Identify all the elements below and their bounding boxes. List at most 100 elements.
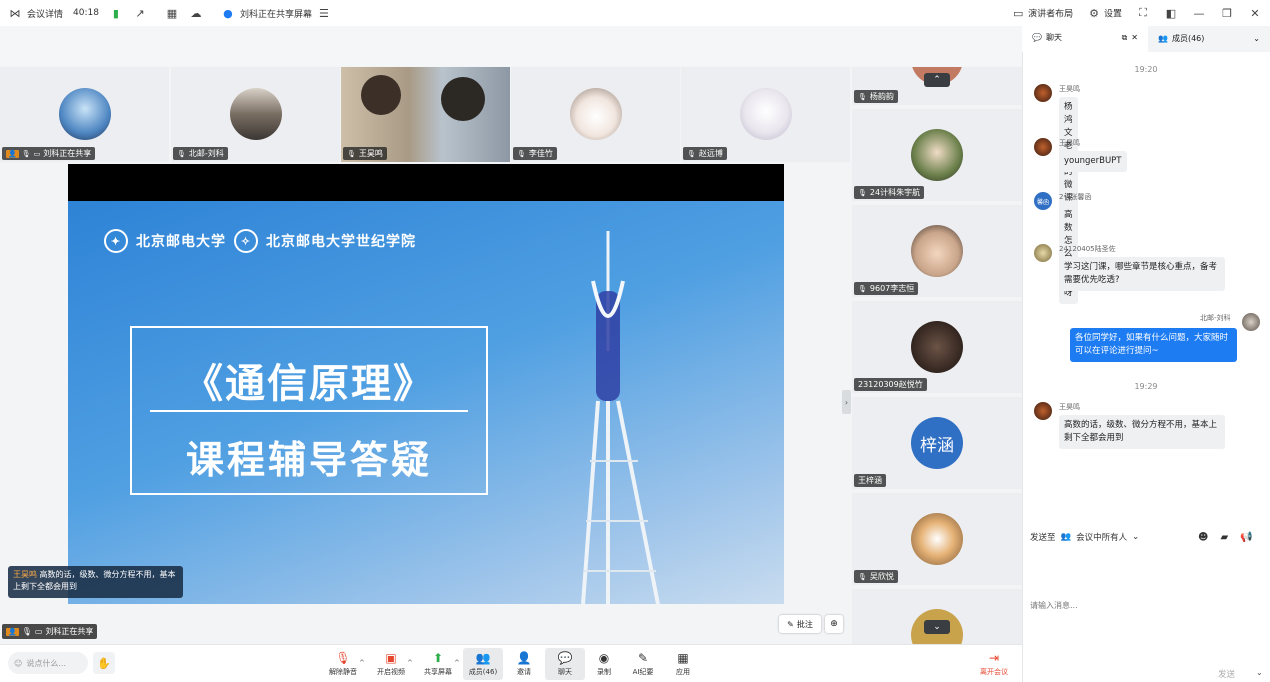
scroll-up-button[interactable]: ⌃ (924, 73, 950, 87)
message-bubble-mine[interactable]: 各位同学好，如果有什么问题，大家随时可以在评论进行提问~ (1070, 328, 1237, 362)
slide-title: 《通信原理》 (183, 361, 435, 407)
participant-tile[interactable] (852, 589, 1022, 644)
host-icon: 👤 (6, 149, 19, 158)
chat-button[interactable]: 💬 聊天 (545, 648, 585, 680)
globe-icon: ● (223, 6, 233, 20)
video-tile[interactable]: 🎙 李佳竹 (511, 67, 680, 162)
share-screen-icon: ⬆ (432, 650, 444, 665)
message-sender: 北邮-刘科 (1200, 314, 1231, 322)
raise-hand-button[interactable]: ✋ (93, 652, 115, 674)
chat-icon: 💬 (557, 650, 573, 665)
participant-tag: 🎙 24计科朱宇航 (854, 186, 925, 199)
participant-tile[interactable]: 🎙 24计科朱宇航 (852, 109, 1022, 203)
start-video-button[interactable]: ▣ 开启视频 (371, 648, 411, 680)
college-name: 北京邮电大学世纪学院 (266, 234, 416, 250)
ai-summary-button[interactable]: ✎ AI纪要 (623, 648, 663, 680)
close-icon[interactable]: ✕ (1248, 6, 1262, 20)
meeting-timer: 40:18 (73, 8, 99, 18)
video-tile[interactable]: 🎙 王昊鸣 (341, 67, 510, 162)
meeting-details-button[interactable]: ⋈ 会议详情 (8, 6, 64, 20)
chevron-up-icon[interactable]: ^ (359, 659, 365, 667)
collapse-sidebar-button[interactable]: › (842, 390, 851, 414)
screenshot-icon[interactable]: ▦ (165, 6, 179, 20)
chat-icon: 💬 (1032, 33, 1042, 42)
gear-icon: ⚙ (1089, 6, 1100, 20)
avatar (911, 513, 963, 565)
record-button[interactable]: ◉ 录制 (584, 648, 624, 680)
message-bubble[interactable]: 学习这门课，哪些章节是核心重点，备考需要优先吃透? (1059, 257, 1225, 291)
participant-tile[interactable]: 🎙 9607李志恒 (852, 205, 1022, 299)
screen-icon: ▭ (34, 627, 43, 636)
minimize-icon[interactable]: — (1192, 6, 1206, 20)
caption-text: 高数的话，级数、微分方程不用，基本上剩下全都会用到 (13, 570, 176, 591)
participant-tile[interactable]: 🎙 吴欣悦 (852, 493, 1022, 587)
avatar (1034, 138, 1052, 156)
message-sender: 王昊鸣 (1059, 139, 1080, 147)
leave-label: 离开会议 (980, 668, 1008, 676)
video-off-icon: ▣ (385, 650, 397, 665)
chat-input[interactable] (1030, 555, 1262, 655)
host-icon: 👤 (6, 627, 19, 636)
avatar (911, 129, 963, 181)
invite-label: 邀请 (517, 667, 531, 676)
video-tile[interactable]: 🎙 赵远博 (681, 67, 850, 162)
participant-tile[interactable]: 梓涵 王梓涵 (852, 397, 1022, 491)
chevron-up-icon[interactable]: ^ (407, 659, 413, 667)
sidebar-toggle-icon[interactable]: ◧ (1164, 6, 1178, 20)
mic-muted-icon: 🎙 (858, 572, 867, 581)
popout-icon[interactable]: ⧉ (1122, 33, 1128, 43)
maximize-icon[interactable]: ❐ (1220, 6, 1234, 20)
mic-muted-icon: 🎙 (858, 92, 867, 101)
fullscreen-icon[interactable]: ⛶ (1136, 6, 1150, 20)
invite-button[interactable]: 👤 邀请 (504, 648, 544, 680)
say-something-input[interactable]: ☺ 说点什么... (8, 652, 88, 674)
message-sender: 王昊鸣 (1059, 85, 1080, 93)
message-bubble[interactable]: youngerBUPT (1059, 151, 1127, 172)
scroll-down-button[interactable]: ⌄ (924, 620, 950, 634)
send-to-selector[interactable]: 发送至 👥 会议中所有人 ⌄ (1030, 531, 1139, 543)
avatar: 梓涵 (911, 417, 963, 469)
zoom-button[interactable]: ⊕ (825, 615, 843, 633)
chat-timestamp: 19:20 (1134, 65, 1158, 74)
share-screen-button[interactable]: ⬆ 共享屏幕 (418, 648, 458, 680)
university-logos: ✦ 北京邮电大学 ✧ 北京邮电大学世纪学院 (104, 229, 416, 253)
external-window-icon[interactable]: ↗ (133, 6, 147, 20)
unmute-label: 解除静音 (329, 667, 357, 676)
send-button[interactable]: 发送 (1218, 668, 1235, 680)
tab-chat[interactable]: 💬 聊天 ⧉ ✕ (1022, 25, 1148, 52)
avatar (911, 321, 963, 373)
participant-name: 9607李志恒 (869, 284, 915, 293)
participant-name: 赵远博 (698, 149, 723, 158)
chat-header: 💬 聊天 ⧉ ✕ 👥 成员(46) ⌄ (1022, 25, 1270, 52)
chevron-down-icon[interactable]: ⌄ (1253, 34, 1260, 43)
apps-button[interactable]: ▦ 应用 (663, 648, 703, 680)
video-tile[interactable]: 🎙 北邮-刘科 (171, 67, 340, 162)
tab-members-label: 成员(46) (1171, 34, 1205, 43)
participant-tile[interactable]: 23120309赵悦竹 (852, 301, 1022, 395)
layout-button[interactable]: ▭ 演讲者布局 (1011, 6, 1073, 20)
close-icon[interactable]: ✕ (1131, 33, 1138, 42)
emoji-icon[interactable]: ☻ (1198, 532, 1208, 543)
folder-icon[interactable]: ▰ (1220, 532, 1228, 543)
annotate-button[interactable]: ✎ 批注 (779, 615, 821, 633)
send-options-icon[interactable]: ⌄ (1256, 668, 1263, 677)
chevron-up-icon[interactable]: ^ (454, 659, 460, 667)
leave-meeting-button[interactable]: ⇥ 离开会议 (974, 648, 1014, 680)
message-bubble[interactable]: 高数的话，级数、微分方程不用，基本上剩下全都会用到 (1059, 415, 1225, 449)
video-tile[interactable]: 👤 🎙 ▭ 刘科正在共享 (0, 67, 169, 162)
cloud-icon[interactable]: ☁ (189, 6, 203, 20)
share-status[interactable]: ● 刘科正在共享屏幕 ☰ (221, 6, 331, 20)
participant-name: 王梓涵 (858, 476, 882, 485)
message-sender: 24120405陆圣佐 (1059, 245, 1116, 253)
settings-button[interactable]: ⚙ 设置 (1087, 6, 1122, 20)
members-button[interactable]: 👥 成员(46) (463, 648, 503, 680)
tab-members[interactable]: 👥 成员(46) ⌄ (1148, 25, 1270, 52)
participant-tag: 🎙 杨韵韵 (854, 90, 898, 103)
tower-illustration (581, 231, 660, 604)
participant-name: 23120309赵悦竹 (858, 380, 923, 389)
chevron-right-icon: › (844, 397, 849, 407)
megaphone-icon[interactable]: 📢 (1240, 532, 1252, 543)
avatar-initials: 馨函 (1036, 198, 1049, 206)
mic-muted-icon: 🎙 (858, 284, 867, 293)
unmute-button[interactable]: 🎙 解除静音 (323, 648, 363, 680)
